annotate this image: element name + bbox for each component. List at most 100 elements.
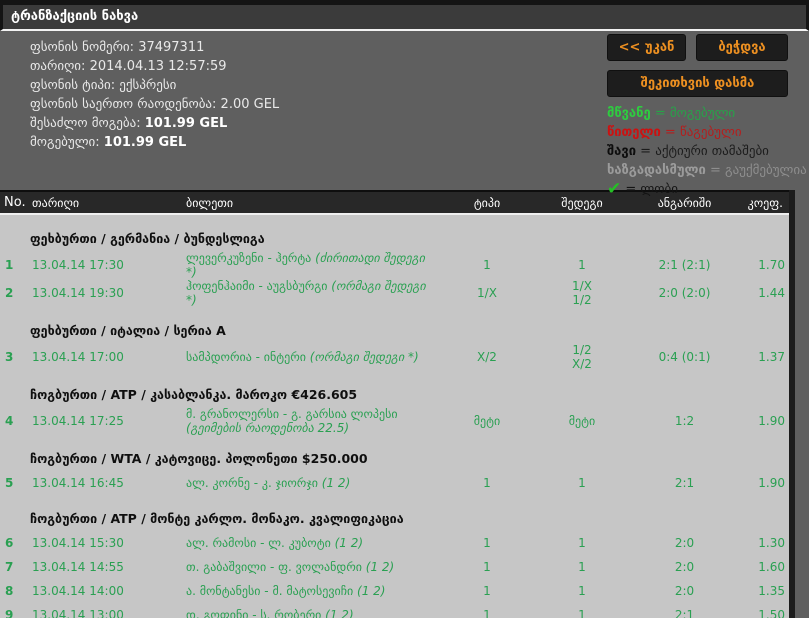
result-line: 1/2 <box>572 343 592 357</box>
result-line: 1 <box>578 476 586 490</box>
match-name: ჰოფენჰაიმი - აუგსბურგი <box>186 279 332 293</box>
row-date: 13.04.14 14:00 <box>32 584 124 598</box>
row-result: 1 <box>532 476 632 490</box>
info-value: 37497311 <box>138 40 205 55</box>
legend-item-black: შავი = აქტიური თამაშები <box>607 142 788 161</box>
row-score: 2:1 (2:1) <box>658 258 711 272</box>
row-score: 2:1 <box>674 608 695 618</box>
info-label: ფსონის ტიპი: <box>30 78 120 93</box>
info-line: თარიღი: 2014.04.13 12:57:59 <box>30 57 279 76</box>
match-name: სამპდორია - ინტერი <box>186 350 310 364</box>
row-score: 2:0 <box>674 560 695 574</box>
legend-equals: = <box>621 182 641 197</box>
row-coefficient: 1.44 <box>758 286 785 300</box>
row-match: ალ. რამოსი - ლ. კუბოტი (1 2) <box>182 536 442 550</box>
row-result: 1/2 X/2 <box>532 343 632 371</box>
match-name: ალ. რამოსი - ლ. კუბოტი <box>186 536 335 550</box>
match-name: ა. მონტანესი - მ. მატოსევიჩი <box>186 584 358 598</box>
table-row: 1 13.04.14 17:30 ლევერკუზენი - ჰერტა (ძირი… <box>0 251 789 279</box>
col-header-date: თარიღი <box>32 195 80 210</box>
print-button[interactable]: ბეჭდვა <box>696 34 788 61</box>
row-bet-type: 1 <box>483 608 491 618</box>
section-title: ფეხბურთი / იტალია / სერია A <box>30 323 226 338</box>
row-score: 2:0 <box>674 536 695 550</box>
info-value: 2.00 GEL <box>220 97 280 112</box>
match-name: თ. გაბაშვილი - ფ. ვოლანდრი <box>186 560 366 574</box>
legend-value: აქტიური თამაშები <box>655 144 769 159</box>
row-result: 1 <box>532 608 632 618</box>
row-match: დ. გოფინი - ს. რობერი (1 2) <box>182 608 442 618</box>
bet-section: ფეხბურთი / გერმანია / ბუნდესლიგა 1 13.04.1… <box>0 230 789 307</box>
row-date: 13.04.14 17:00 <box>32 350 124 364</box>
result-line: 1/2 <box>572 293 592 307</box>
row-match: სამპდორია - ინტერი (ორმაგი შედეგი *) <box>182 350 442 364</box>
row-date: 13.04.14 13:00 <box>32 608 124 618</box>
row-score: 0:4 (0:1) <box>658 350 711 364</box>
result-line: 1 <box>578 608 586 618</box>
table-row: 5 13.04.14 16:45 ალ. კორნე - კ. ჯიორჯი (1 … <box>0 471 789 495</box>
back-button[interactable]: << უკან <box>607 34 686 61</box>
result-line: 1/X <box>572 279 592 293</box>
table-row: 2 13.04.14 19:30 ჰოფენჰაიმი - აუგსბურგი (ო… <box>0 279 789 307</box>
actions-column: << უკან ბეჭდვა შეკითხვის დასმა მწვანე = … <box>607 34 807 199</box>
info-value: 101.99 GEL <box>103 135 187 150</box>
legend-equals: = <box>650 106 670 121</box>
row-bet-type: 1 <box>483 560 491 574</box>
row-result: მეტი <box>532 414 632 428</box>
info-label: ფსონის საერთო რაოდენობა: <box>30 97 221 112</box>
result-line: 1 <box>578 584 586 598</box>
row-result: 1 <box>532 536 632 550</box>
row-match: ა. მონტანესი - მ. მატოსევიჩი (1 2) <box>182 584 442 598</box>
page-title: ტრანზაქციის ნახვა <box>11 9 139 24</box>
result-line: X/2 <box>572 357 592 371</box>
row-date: 13.04.14 16:45 <box>32 476 124 490</box>
row-bet-type: 1 <box>483 258 491 272</box>
row-date: 13.04.14 17:25 <box>32 414 124 428</box>
info-value: ექსპრესი <box>119 78 177 93</box>
result-line: 1 <box>578 560 586 574</box>
row-bet-type: 1 <box>483 536 491 550</box>
match-name: მ. გრანოლერსი - გ. გარსია ლოპესი <box>186 407 398 421</box>
row-date: 13.04.14 15:30 <box>32 536 124 550</box>
info-label: მოგებული: <box>30 135 104 150</box>
match-market-note: (ორმაგი შედეგი *) <box>309 350 419 364</box>
col-header-ticket: ბილეთი <box>186 195 234 210</box>
color-legend: მწვანე = მოგებული წითელი = წაგებული შავი =… <box>607 104 807 199</box>
table-row: 4 13.04.14 17:25 მ. გრანოლერსი - გ. გარსია… <box>0 407 789 435</box>
legend-equals: = <box>705 163 726 178</box>
row-date: 13.04.14 14:55 <box>32 560 124 574</box>
table-row: 8 13.04.14 14:00 ა. მონტანესი - მ. მატოსევ… <box>0 579 789 603</box>
legend-value: ლობი <box>640 182 678 197</box>
row-bet-type: X/2 <box>477 350 497 364</box>
row-number: 7 <box>5 560 14 574</box>
legend-label: მწვანე <box>607 106 651 121</box>
legend-item-green: მწვანე = მოგებული <box>607 104 788 123</box>
match-market-note: (1 2) <box>325 608 354 618</box>
row-coefficient: 1.35 <box>758 584 785 598</box>
info-value: 2014.04.13 12:57:59 <box>89 59 227 74</box>
row-coefficient: 1.90 <box>758 476 785 490</box>
row-score: 2:1 <box>674 476 695 490</box>
row-match: ალ. კორნე - კ. ჯიორჯი (1 2) <box>182 476 442 490</box>
row-result: 1 <box>532 560 632 574</box>
ask-question-button[interactable]: შეკითხვის დასმა <box>607 70 788 97</box>
legend-item-gray: ხაზგადასმული = გაუქმებულია <box>607 161 807 180</box>
row-coefficient: 1.60 <box>758 560 785 574</box>
legend-label: შავი <box>607 144 637 159</box>
legend-item-red: წითელი = წაგებული <box>607 123 788 142</box>
page-title-bar: ტრანზაქციის ნახვა <box>0 5 809 31</box>
info-label: თარიღი: <box>30 59 90 74</box>
row-match: ლევერკუზენი - ჰერტა (ძირითადი შედეგი *) <box>182 251 442 279</box>
table-row: 7 13.04.14 14:55 თ. გაბაშვილი - ფ. ვოლანდრ… <box>0 555 789 579</box>
info-line: მოგებული: 101.99 GEL <box>30 133 279 152</box>
table-body: ფეხბურთი / გერმანია / ბუნდესლიგა 1 13.04.1… <box>0 215 789 618</box>
legend-value: წაგებული <box>679 125 742 140</box>
info-label: შესაძლო მოგება: <box>30 116 145 131</box>
row-match: ჰოფენჰაიმი - აუგსბურგი (ორმაგი შედეგი *) <box>182 279 442 307</box>
row-coefficient: 1.50 <box>758 608 785 618</box>
info-line: შესაძლო მოგება: 101.99 GEL <box>30 114 279 133</box>
match-market-note: (1 2) <box>365 560 395 574</box>
info-value: 101.99 GEL <box>144 116 228 131</box>
col-header-no: No. <box>4 195 26 210</box>
row-score: 2:0 <box>674 584 695 598</box>
